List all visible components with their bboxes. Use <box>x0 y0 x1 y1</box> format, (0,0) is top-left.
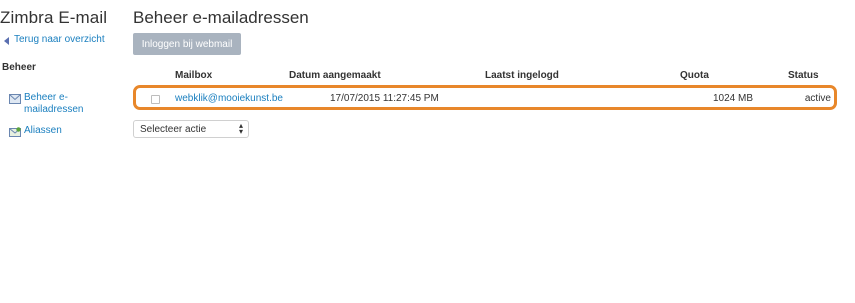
column-header-status: Status <box>788 70 819 81</box>
sidebar: Zimbra E-mail Terug naar overzicht Behee… <box>0 0 130 303</box>
mail-icon <box>9 94 21 104</box>
column-header-created: Datum aangemaakt <box>289 70 381 81</box>
row-checkbox[interactable] <box>151 95 160 104</box>
column-header-mailbox: Mailbox <box>175 70 213 81</box>
action-select-value: Selecteer actie <box>140 123 207 135</box>
action-select[interactable]: Selecteer actie ▴ ▾ <box>133 120 249 138</box>
table-row: webklik@mooiekunst.be 17/07/2015 11:27:4… <box>133 85 837 110</box>
column-header-last-login: Laatst ingelogd <box>485 70 559 81</box>
mailbox-link[interactable]: webklik@mooiekunst.be <box>175 93 283 104</box>
quota-value: 1024 MB <box>713 93 754 104</box>
status-value: active <box>804 93 831 104</box>
login-webmail-button[interactable]: Inloggen bij webmail <box>133 33 241 55</box>
select-arrows-icon: ▴ ▾ <box>238 121 243 136</box>
sidebar-section-heading: Beheer <box>2 62 36 73</box>
sidebar-item-manage-addresses[interactable]: Beheer e-mailadressen <box>9 92 88 116</box>
created-date: 17/07/2015 11:27:45 PM <box>330 93 439 104</box>
page: Zimbra E-mail Terug naar overzicht Behee… <box>0 0 855 303</box>
sidebar-item-aliases[interactable]: Aliassen <box>9 125 88 137</box>
app-title: Zimbra E-mail <box>0 8 108 27</box>
sidebar-item-label: Aliassen <box>24 125 62 136</box>
back-link-label: Terug naar overzicht <box>14 34 105 45</box>
alias-icon <box>9 127 21 137</box>
column-header-quota: Quota <box>680 70 709 81</box>
back-arrow-icon <box>4 36 9 45</box>
back-to-overview-link[interactable]: Terug naar overzicht <box>4 34 105 45</box>
page-title: Beheer e-mailadressen <box>133 8 309 27</box>
sidebar-item-label: Beheer e-mailadressen <box>24 92 84 115</box>
